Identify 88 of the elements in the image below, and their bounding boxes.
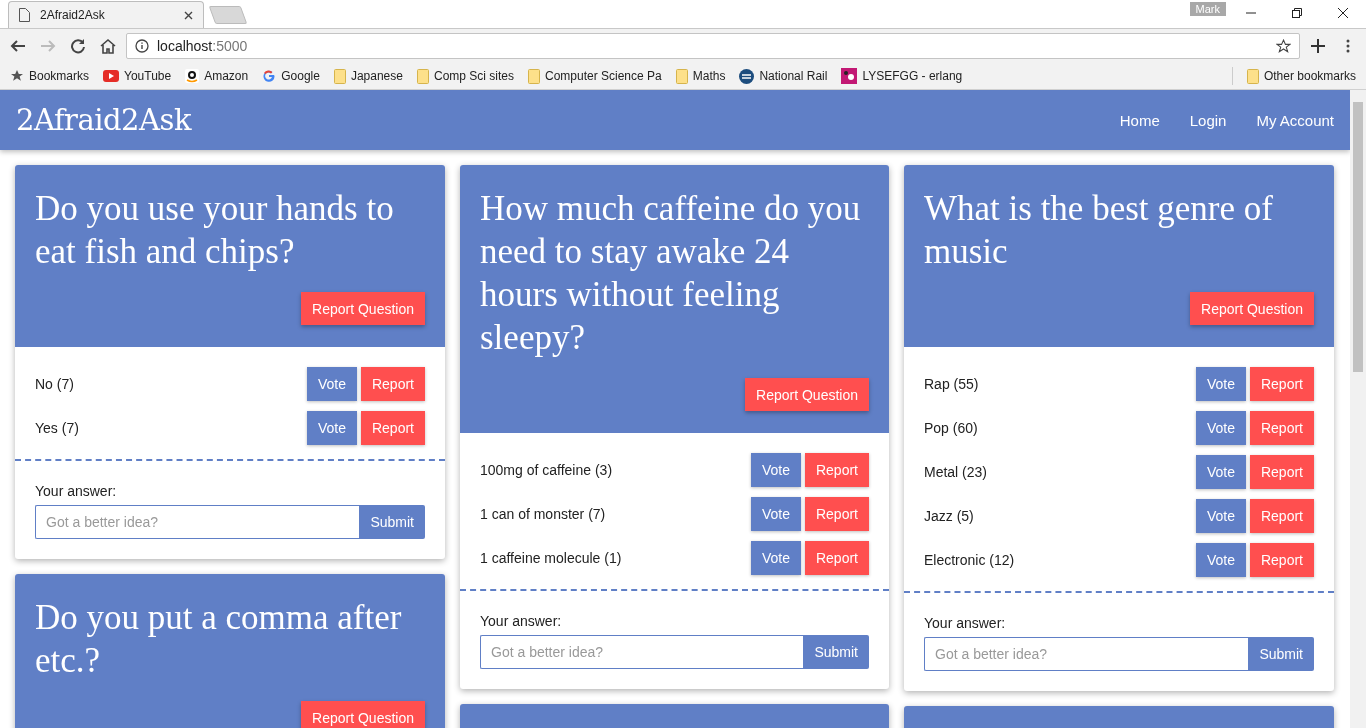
- folder-icon: [1246, 68, 1259, 84]
- report-button[interactable]: Report: [360, 411, 425, 445]
- star-icon[interactable]: [1276, 38, 1291, 54]
- site-logo[interactable]: 2Afraid2Ask: [16, 103, 1090, 137]
- vote-button[interactable]: Vote: [306, 367, 357, 401]
- report-button[interactable]: Report: [804, 497, 869, 531]
- vote-button[interactable]: Vote: [750, 497, 801, 531]
- folder-icon: [675, 68, 688, 84]
- vote-button[interactable]: Vote: [1195, 367, 1246, 401]
- folder-icon: [416, 68, 429, 84]
- report-button[interactable]: Report: [1249, 543, 1314, 577]
- bookmark-link[interactable]: Computer Science Pa: [545, 69, 662, 83]
- report-button[interactable]: Report: [1249, 411, 1314, 445]
- vote-button[interactable]: Vote: [750, 541, 801, 575]
- bookmark-link[interactable]: Amazon: [204, 69, 249, 83]
- submit-button[interactable]: Submit: [803, 635, 869, 669]
- answer-label: 1 can of monster (7): [480, 506, 607, 522]
- bookmark-link[interactable]: National Rail: [759, 69, 828, 83]
- back-icon[interactable]: [10, 38, 26, 54]
- g-logo-icon: [262, 69, 277, 83]
- report-question-button[interactable]: Report Question: [301, 292, 425, 325]
- answer-label: Pop (60): [924, 420, 979, 436]
- answer-label: Rap (55): [924, 376, 980, 392]
- bookmark-link[interactable]: Bookmarks: [29, 69, 90, 83]
- answer-label: Jazz (5): [924, 508, 975, 524]
- home-icon[interactable]: [100, 38, 116, 54]
- answer-input[interactable]: Got a better idea?: [480, 635, 804, 669]
- answer-input[interactable]: Got a better idea?: [35, 505, 360, 539]
- report-button[interactable]: Report: [1249, 499, 1314, 533]
- game-logo-icon: [841, 68, 858, 84]
- url-text: localhost:5000: [157, 38, 249, 54]
- submit-button[interactable]: Submit: [1248, 637, 1314, 671]
- nav-link[interactable]: Login: [1189, 111, 1227, 129]
- report-button[interactable]: Report: [804, 453, 869, 487]
- vote-button[interactable]: Vote: [306, 411, 357, 445]
- vote-button[interactable]: Vote: [750, 453, 801, 487]
- page-icon: [19, 8, 30, 22]
- info-icon[interactable]: [135, 39, 149, 53]
- tab-title: 2Afraid2Ask: [40, 8, 106, 22]
- browser-tab[interactable]: 2Afraid2Ask: [8, 1, 204, 28]
- report-button[interactable]: Report: [1249, 367, 1314, 401]
- bookmark-link[interactable]: Comp Sci sites: [433, 69, 514, 83]
- bookmark-link[interactable]: Other bookmarks: [1263, 69, 1356, 83]
- question-title: How much caffeine do you need to stay awake 24 hours without feeling sleepy?: [480, 188, 862, 359]
- report-button[interactable]: Report: [360, 367, 425, 401]
- folder-icon: [333, 68, 346, 84]
- vote-button[interactable]: Vote: [1195, 411, 1246, 445]
- answer-label: Electronic (12): [924, 552, 1016, 568]
- nav-link[interactable]: Home: [1119, 111, 1160, 129]
- plus-icon[interactable]: [1310, 38, 1326, 54]
- bookmark-link[interactable]: Google: [281, 69, 320, 83]
- answer-prompt: Your answer:: [924, 615, 1007, 631]
- vote-button[interactable]: Vote: [1195, 499, 1246, 533]
- bookmark-link[interactable]: Japanese: [350, 69, 403, 83]
- answer-label: 1 caffeine molecule (1): [480, 550, 623, 566]
- restore-icon[interactable]: [1292, 8, 1302, 18]
- question-title: Do you use your hands to eat fish and chips?: [35, 188, 395, 273]
- report-question-button[interactable]: Report Question: [301, 701, 425, 728]
- star-icon: [10, 69, 24, 83]
- vote-button[interactable]: Vote: [1195, 543, 1246, 577]
- address-bar[interactable]: localhost:5000: [126, 33, 1300, 59]
- report-button[interactable]: Report: [1249, 455, 1314, 489]
- reload-icon[interactable]: [70, 38, 86, 54]
- answer-input[interactable]: Got a better idea?: [924, 637, 1249, 671]
- answer-label: No (7): [35, 376, 75, 392]
- answer-label: Metal (23): [924, 464, 989, 480]
- vote-button[interactable]: Vote: [1195, 455, 1246, 489]
- report-button[interactable]: Report: [804, 541, 869, 575]
- answer-label: Yes (7): [35, 420, 80, 436]
- folder-icon: [528, 68, 540, 84]
- answer-label: 100mg of caffeine (3): [480, 462, 614, 478]
- bookmark-link[interactable]: LYSEFGG - erlang: [862, 69, 963, 83]
- question-title: Do you put a comma after etc.?: [35, 597, 403, 682]
- smile-logo-icon: [185, 69, 200, 83]
- report-question-button[interactable]: Report Question: [1190, 292, 1314, 325]
- question-title: What is the best genre of music: [924, 188, 1274, 273]
- rail-logo-icon: [739, 68, 755, 84]
- nav-link[interactable]: My Account: [1256, 111, 1334, 129]
- report-question-button[interactable]: Report Question: [745, 378, 869, 411]
- video-icon: [103, 70, 120, 82]
- bookmark-link[interactable]: YouTube: [124, 69, 172, 83]
- close-icon[interactable]: [184, 10, 193, 20]
- close-icon[interactable]: [1338, 8, 1348, 18]
- answer-prompt: Your answer:: [480, 613, 563, 629]
- bookmark-link[interactable]: Maths: [692, 69, 726, 83]
- submit-button[interactable]: Submit: [359, 505, 425, 539]
- answer-prompt: Your answer:: [35, 483, 118, 499]
- profile-name[interactable]: Mark: [1189, 2, 1226, 16]
